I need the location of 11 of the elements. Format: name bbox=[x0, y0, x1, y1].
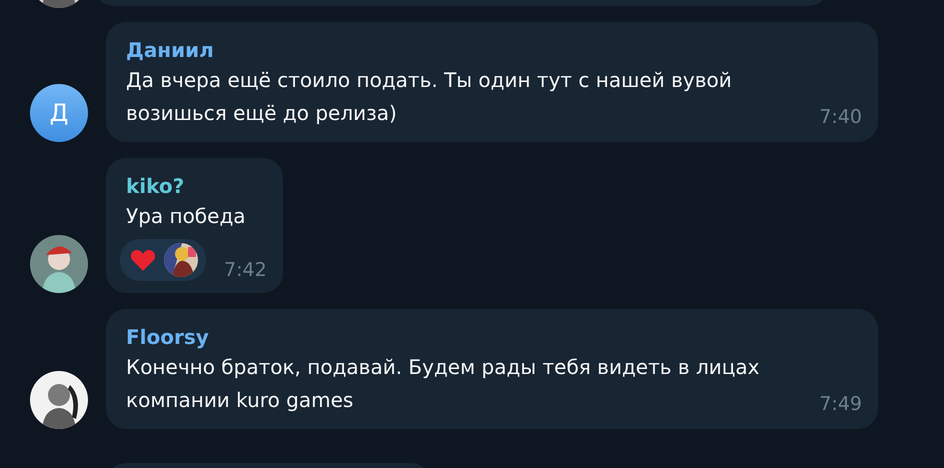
message-text: Ура победа bbox=[126, 203, 247, 230]
reaction-pill[interactable] bbox=[120, 239, 206, 281]
author-name[interactable]: Floorsy bbox=[126, 323, 786, 351]
heart-icon bbox=[130, 248, 156, 272]
message-text: Да вчера ещё стоило подать. Ты один тут с нашей вувой возишься ещё до релиза) bbox=[126, 67, 733, 127]
message-time: 7:49 bbox=[819, 393, 862, 415]
message-time: 7:42 bbox=[224, 259, 267, 281]
author-name[interactable]: Даниил bbox=[126, 36, 786, 64]
message-time: 7:40 bbox=[819, 106, 862, 128]
author-name[interactable]: kiko? bbox=[126, 172, 267, 200]
message-text: Конечно браток, подавай. Будем рады тебя видеть в лицах компании kuro games bbox=[126, 354, 761, 414]
